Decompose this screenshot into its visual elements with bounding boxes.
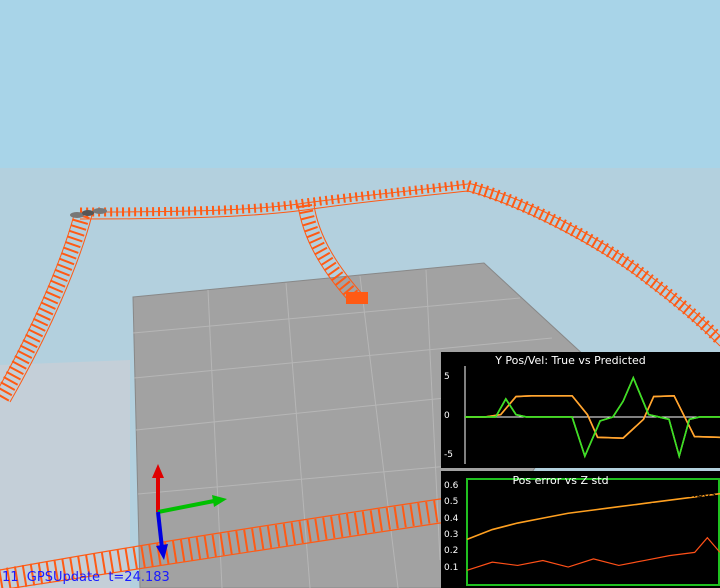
y-tick-label: -5 xyxy=(444,450,453,461)
pos-error-plot[interactable]: Pos error vs Z std quad.est.e.pos quad.e… xyxy=(441,471,720,588)
sky xyxy=(0,0,720,170)
y-tick-label: 0.6 xyxy=(444,481,459,492)
y-tick-label: 0.4 xyxy=(444,513,459,524)
y-tick-label: 0 xyxy=(444,410,450,421)
y-tick-label: 0.2 xyxy=(444,546,459,557)
series-line-quad-est-e-pos xyxy=(466,536,720,571)
status-bar: 11 GPSUpdate t=24.183 xyxy=(2,570,170,585)
plot-title: Pos error vs Z std xyxy=(512,474,609,487)
y-tick-label: 0.3 xyxy=(444,530,459,541)
legend-est-vy: est vy xyxy=(682,401,716,414)
plot-title: Y Pos/Vel: True vs Predicted xyxy=(495,354,646,367)
legend-est-y: est y xyxy=(689,377,716,390)
legend-true-y: true y xyxy=(683,365,716,378)
legend-true-vy: true vy xyxy=(676,389,716,402)
y-tick-label: 0.1 xyxy=(444,562,459,573)
y-tick-label: 5 xyxy=(444,371,450,382)
y-tick-label: 0.5 xyxy=(444,497,459,508)
y-pos-vel-plot[interactable]: Y Pos/Vel: True vs Predicted true y est … xyxy=(441,352,720,468)
legend-est-e-pos: quad.est.e.pos xyxy=(634,487,716,500)
legend-est-s-z: quad.est.s.z xyxy=(649,499,716,512)
